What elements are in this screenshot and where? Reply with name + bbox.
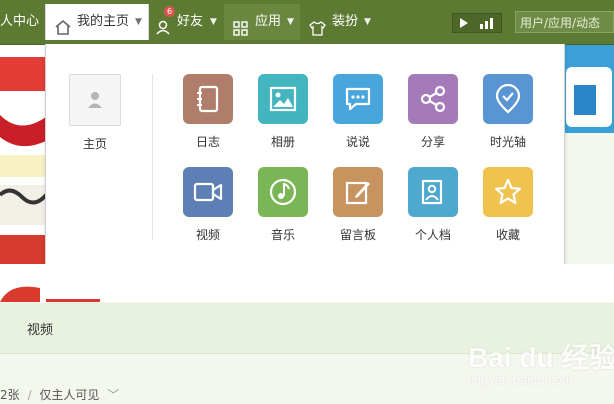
friends-label: 好友 xyxy=(177,14,204,29)
my-home-menu[interactable]: 我的主页 ▼ xyxy=(45,4,149,40)
app-timeline[interactable]: 时光轴 xyxy=(473,74,543,150)
baidu-jingyan-watermark: Bai du 经验 jingyan.baidu.com xyxy=(468,336,614,387)
banner-art-icon xyxy=(0,45,48,295)
app-music[interactable]: 音乐 xyxy=(248,167,318,243)
chevron-down-icon: ▼ xyxy=(364,17,371,27)
panel-divider xyxy=(152,74,153,240)
app-profile[interactable]: 个人档 xyxy=(398,167,468,243)
separator: / xyxy=(27,388,32,402)
friends-notification-badge: 6 xyxy=(164,6,175,17)
media-controls[interactable] xyxy=(452,13,502,33)
app-label: 日志 xyxy=(195,135,220,149)
app-favorites[interactable]: 收藏 xyxy=(473,167,543,243)
chat-bubble-icon[interactable] xyxy=(333,74,383,124)
app-message-board[interactable]: 留言板 xyxy=(323,167,393,243)
my-home-label: 我的主页 xyxy=(77,14,130,29)
personal-center-link[interactable]: 人中心 xyxy=(0,4,44,40)
star-icon[interactable] xyxy=(483,167,533,217)
app-label: 分享 xyxy=(420,135,445,149)
app-blog[interactable]: 日志 xyxy=(173,74,243,150)
dress-up-label: 装扮 xyxy=(332,14,359,29)
watermark-text: Bai du 经验 xyxy=(468,342,614,373)
photo-icon[interactable] xyxy=(258,74,308,124)
app-label: 相册 xyxy=(270,135,295,149)
album-meta-row: 2张 / 仅主人可见 ﹀ xyxy=(0,386,119,403)
app-label: 时光轴 xyxy=(489,135,526,149)
my-home-dropdown-panel: 主页 日志 相册 说说 分享 时光轴 视频 音乐 留言板 个人档 收藏 xyxy=(45,44,565,265)
app-share[interactable]: 分享 xyxy=(398,74,468,150)
personal-center-label: 人中心 xyxy=(0,14,40,29)
accent-line xyxy=(46,299,100,302)
visibility-setting[interactable]: 仅主人可见 xyxy=(39,388,99,402)
background-banner-left xyxy=(0,45,48,295)
app-label: 说说 xyxy=(345,135,370,149)
photo-count: 2张 xyxy=(0,388,20,402)
apps-label: 应用 xyxy=(255,14,282,29)
watermark-url: jingyan.baidu.com xyxy=(468,372,573,387)
signal-bars-icon[interactable] xyxy=(479,17,495,32)
home-avatar-tile[interactable] xyxy=(69,74,121,126)
notebook-icon[interactable] xyxy=(183,74,233,124)
app-home-label: 主页 xyxy=(82,137,107,151)
search-placeholder: 用户/应用/动态 xyxy=(520,16,601,30)
app-label: 视频 xyxy=(195,228,220,242)
chevron-down-icon: ▼ xyxy=(135,17,142,27)
chevron-down-icon[interactable]: ﹀ xyxy=(107,388,119,402)
friends-menu[interactable]: 6 好友 ▼ xyxy=(151,4,221,40)
app-label: 个人档 xyxy=(414,228,451,242)
dress-up-menu[interactable]: 装扮 ▼ xyxy=(303,4,379,40)
message-board-icon[interactable] xyxy=(333,167,383,217)
app-label: 留言板 xyxy=(339,228,376,242)
search-input[interactable]: 用户/应用/动态 xyxy=(515,11,614,33)
background-banner-right xyxy=(564,45,614,133)
play-icon[interactable] xyxy=(459,17,469,32)
chevron-down-icon: ▼ xyxy=(210,17,217,27)
user-silhouette-icon xyxy=(88,92,102,108)
music-icon[interactable] xyxy=(258,167,308,217)
timeline-icon[interactable] xyxy=(483,74,533,124)
apps-menu[interactable]: 应用 ▼ xyxy=(224,4,300,40)
banner-art-icon xyxy=(564,45,614,133)
app-home[interactable]: 主页 xyxy=(60,74,130,152)
share-icon[interactable] xyxy=(408,74,458,124)
top-navigation-bar: 人中心 我的主页 ▼ 6 好友 ▼ 应用 ▼ 装扮 ▼ 用户/应用/动态 xyxy=(0,0,614,45)
chevron-down-icon: ▼ xyxy=(287,17,294,27)
app-album[interactable]: 相册 xyxy=(248,74,318,150)
profile-icon[interactable] xyxy=(408,167,458,217)
page-content-strip xyxy=(0,264,614,302)
video-icon[interactable] xyxy=(183,167,233,217)
app-label: 收藏 xyxy=(495,228,520,242)
tab-video[interactable]: 视频 xyxy=(27,319,53,338)
app-video[interactable]: 视频 xyxy=(173,167,243,243)
app-label: 音乐 xyxy=(270,228,295,242)
app-status[interactable]: 说说 xyxy=(323,74,393,150)
